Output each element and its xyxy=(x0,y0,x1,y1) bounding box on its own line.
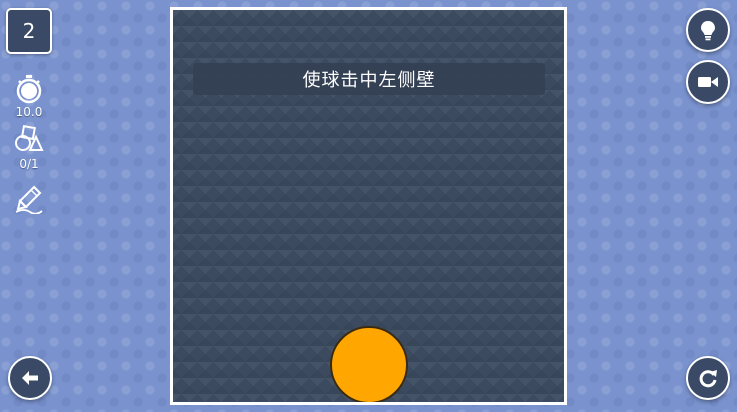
video-button[interactable] xyxy=(686,60,730,104)
stopwatch-icon xyxy=(14,74,44,104)
shapes-counter: 0/1 xyxy=(19,157,39,171)
time-value: 10.0 xyxy=(15,105,43,119)
lightbulb-icon xyxy=(701,21,715,41)
goal-banner: 使球击中左侧壁 xyxy=(193,63,545,95)
level-number-badge: 2 xyxy=(6,8,52,54)
arrow-left-icon xyxy=(22,371,38,385)
draw-button[interactable] xyxy=(14,184,44,215)
video-camera-icon xyxy=(698,77,718,87)
pencil-icon xyxy=(15,185,43,215)
restart-icon xyxy=(699,370,717,388)
back-button[interactable] xyxy=(8,356,52,400)
game-board[interactable]: 使球击中左侧壁 xyxy=(170,7,567,405)
shapes-icon xyxy=(14,124,44,154)
level-number: 2 xyxy=(22,19,36,43)
restart-button[interactable] xyxy=(686,356,730,400)
goal-text: 使球击中左侧壁 xyxy=(302,70,436,91)
hint-button[interactable] xyxy=(686,8,730,52)
ball[interactable] xyxy=(330,326,408,402)
